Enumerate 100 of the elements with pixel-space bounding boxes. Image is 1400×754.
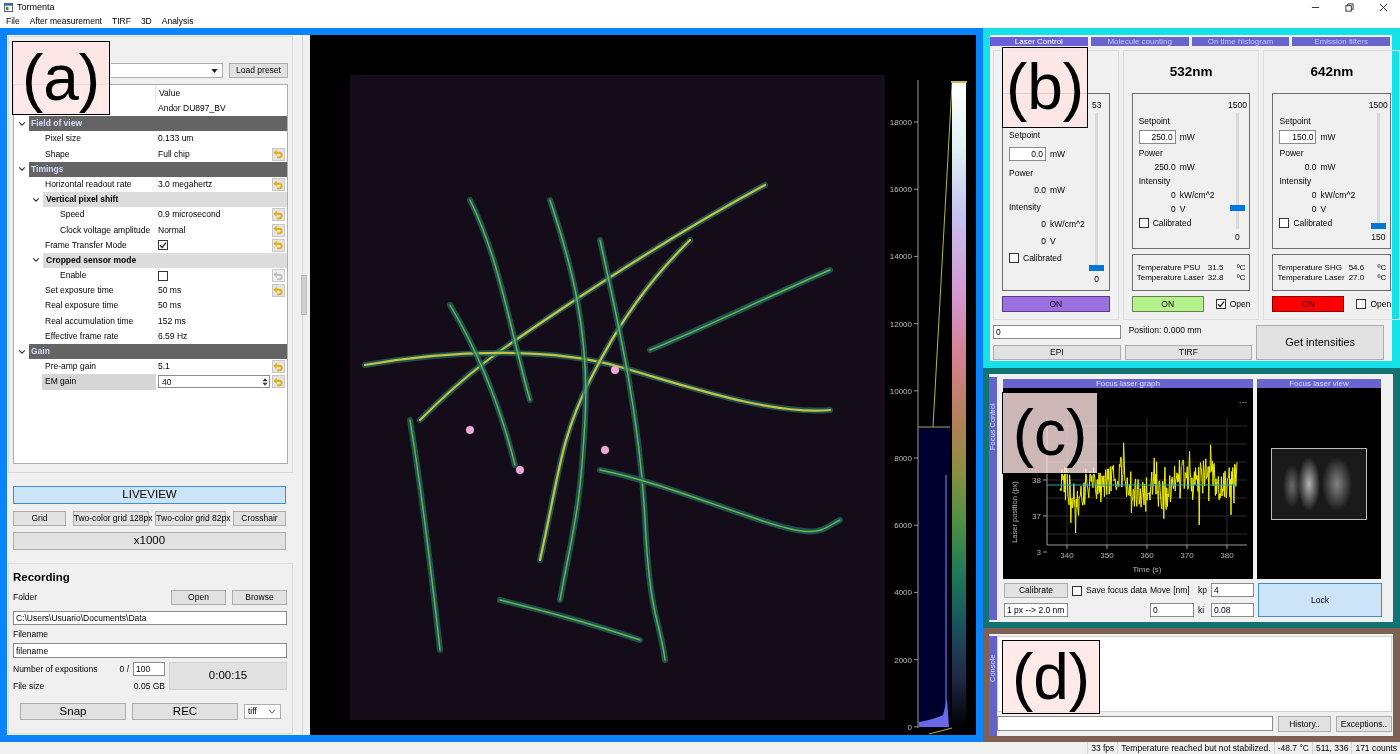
epi-button[interactable]: EPI: [993, 345, 1121, 360]
reset-button[interactable]: [271, 223, 285, 237]
reset-button[interactable]: [271, 208, 285, 222]
move-input[interactable]: 0: [1150, 603, 1194, 617]
laser-on-button[interactable]: ON: [1272, 296, 1345, 312]
dock-title-bar[interactable]: Focus laser graph: [1003, 379, 1253, 388]
field-label: File size: [13, 681, 45, 692]
zoom-button[interactable]: x1000: [13, 532, 286, 550]
spin-arrows-icon[interactable]: [262, 376, 268, 387]
lut-connector-line: [928, 727, 953, 735]
column-header[interactable]: Value: [156, 85, 181, 101]
checkbox[interactable]: [1072, 585, 1082, 596]
laser-on-button[interactable]: ON: [1002, 296, 1110, 312]
kp-input[interactable]: 4: [1211, 583, 1254, 597]
axis-tick-label: 350: [1100, 551, 1114, 560]
chevron-icon[interactable]: [18, 165, 26, 174]
group-header[interactable]: Timings: [29, 161, 287, 177]
snap-button[interactable]: Snap: [20, 703, 126, 720]
reset-button[interactable]: [271, 178, 285, 192]
checkbox[interactable]: [1138, 217, 1149, 228]
slider-thumb[interactable]: [1089, 264, 1105, 271]
position-input[interactable]: 0: [993, 325, 1121, 339]
menu-item[interactable]: TIRF: [107, 14, 136, 28]
checkbox[interactable]: [158, 240, 168, 251]
liveview-button[interactable]: LIVEVIEW: [13, 486, 286, 504]
axis-tick-label: 340: [1060, 551, 1074, 560]
parameter-name[interactable]: Effective frame rate: [42, 328, 156, 344]
chevron-icon[interactable]: [18, 119, 26, 128]
group-header[interactable]: Gain: [29, 344, 287, 360]
parameter-name[interactable]: Speed: [57, 207, 156, 223]
exceptions-button[interactable]: Exceptions..: [1336, 716, 1392, 732]
parameter-name[interactable]: Shape: [42, 146, 156, 162]
parameter-name[interactable]: Frame Transfer Mode: [42, 237, 156, 253]
checkbox-label: Save focus data: [1086, 585, 1147, 596]
checkbox[interactable]: [1215, 299, 1226, 309]
gradient-bar[interactable]: [952, 83, 966, 728]
tirf-button[interactable]: TIRF: [1124, 345, 1253, 360]
history-button[interactable]: History..: [1278, 716, 1331, 732]
parameter-name[interactable]: Real accumulation time: [42, 313, 156, 329]
get-intensities-button[interactable]: Get intensities: [1256, 325, 1384, 360]
checkbox[interactable]: [158, 270, 168, 281]
parameter-name[interactable]: Horizontal readout rate: [42, 176, 156, 193]
preset-dropdown[interactable]: [111, 63, 223, 78]
lock-button[interactable]: Lock: [1258, 583, 1382, 617]
browse-button[interactable]: Browse: [232, 590, 287, 605]
parameter-name[interactable]: Real exposure time: [42, 298, 156, 314]
group-header[interactable]: Field of view: [29, 116, 287, 132]
gradient-handle[interactable]: [951, 81, 967, 83]
setpoint-input[interactable]: 150.0: [1279, 130, 1317, 144]
unit-label: ºC: [1377, 272, 1387, 283]
calibrate-button[interactable]: Calibrate: [1004, 583, 1068, 598]
dock-title-bar[interactable]: Focus laser view: [1257, 379, 1381, 388]
laser-on-button[interactable]: ON: [1131, 296, 1204, 312]
laser-title: 642nm: [1309, 62, 1355, 81]
chevron-icon[interactable]: [32, 256, 40, 265]
setpoint-input[interactable]: 0.0: [1009, 147, 1046, 161]
menu-item[interactable]: Analysis: [156, 14, 199, 28]
level-handle-line[interactable]: [917, 426, 951, 428]
subgroup-header[interactable]: Cropped sensor mode: [43, 252, 287, 269]
overlay-button[interactable]: Grid: [13, 511, 66, 526]
slider-thumb[interactable]: [1370, 222, 1386, 229]
ki-input[interactable]: 0.08: [1211, 603, 1254, 617]
record-button[interactable]: REC: [132, 703, 238, 720]
load-preset-button[interactable]: Load preset: [229, 63, 288, 78]
conversion-field[interactable]: 1 px --> 2.0 nm: [1004, 603, 1068, 617]
parameter-name[interactable]: Pixel size: [42, 131, 156, 147]
open-button[interactable]: Open: [171, 590, 226, 605]
unit-label: V: [1050, 235, 1056, 246]
parameter-name[interactable]: Pre-amp gain: [42, 359, 156, 375]
overlay-button[interactable]: Crosshair: [232, 511, 286, 526]
expositions-input[interactable]: 100: [133, 662, 165, 676]
menu-item[interactable]: After measurement: [24, 14, 107, 28]
parameter-name[interactable]: Enable: [57, 268, 156, 284]
checkbox[interactable]: [1009, 252, 1019, 263]
parameter-name[interactable]: Clock voltage amplitude: [57, 222, 156, 238]
reset-button[interactable]: [271, 147, 285, 161]
dock-tab[interactable]: Laser Control: [990, 37, 1088, 46]
slider-thumb[interactable]: [1230, 204, 1245, 211]
checkbox[interactable]: [1279, 217, 1290, 228]
parameter-name[interactable]: Set exposure time: [42, 283, 156, 299]
reset-button[interactable]: [271, 284, 285, 298]
menu-item[interactable]: File: [1, 14, 25, 28]
folder-input[interactable]: C:\Users\Usuario\Documents\Data: [13, 611, 287, 625]
voltage-value: 0: [1169, 203, 1176, 214]
splitter-handle[interactable]: [301, 275, 307, 315]
filename-input[interactable]: filename: [13, 643, 287, 658]
chevron-icon[interactable]: [32, 195, 40, 204]
checkbox[interactable]: [1356, 299, 1367, 309]
parameter-name[interactable]: EM gain: [42, 374, 156, 390]
chevron-icon[interactable]: [18, 347, 26, 356]
setpoint-input[interactable]: 250.0: [1138, 130, 1176, 144]
field-label: Intensity: [1138, 175, 1172, 186]
format-dropdown[interactable]: tiff: [244, 704, 281, 719]
reset-button[interactable]: [271, 238, 285, 252]
console-input[interactable]: [997, 716, 1273, 731]
spin-box[interactable]: 40: [158, 375, 270, 389]
status-text: 511, 336: [1311, 742, 1352, 754]
menu-item[interactable]: 3D: [135, 14, 157, 28]
subgroup-header[interactable]: Vertical pixel shift: [43, 192, 287, 208]
field-label: Move [nm]: [1150, 584, 1191, 598]
